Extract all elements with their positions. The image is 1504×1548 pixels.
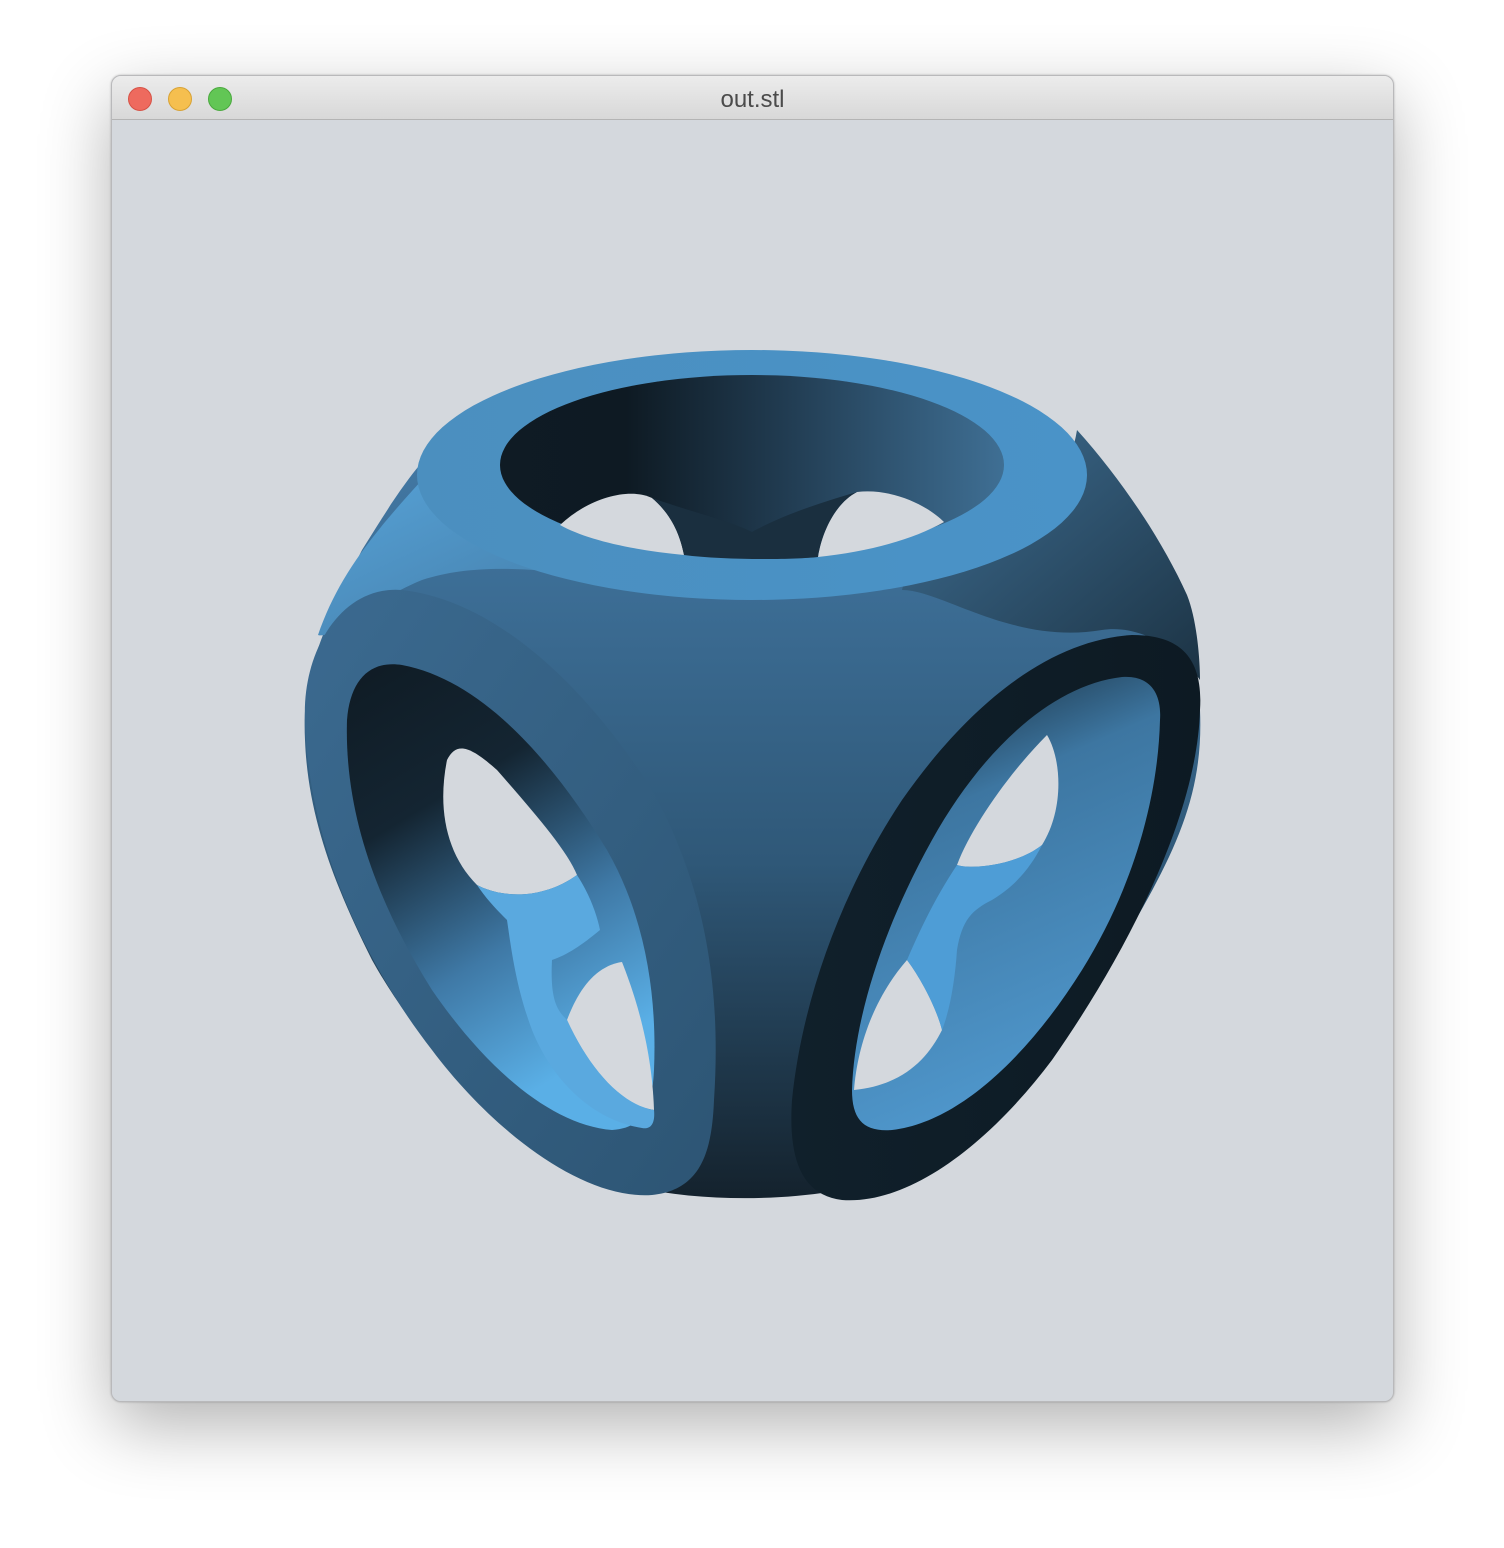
stl-model[interactable] <box>112 120 1393 1401</box>
title-bar[interactable]: out.stl <box>112 76 1393 120</box>
window-title: out.stl <box>720 86 785 113</box>
3d-viewport[interactable] <box>112 120 1393 1401</box>
viewer-window: out.stl <box>111 75 1394 1402</box>
